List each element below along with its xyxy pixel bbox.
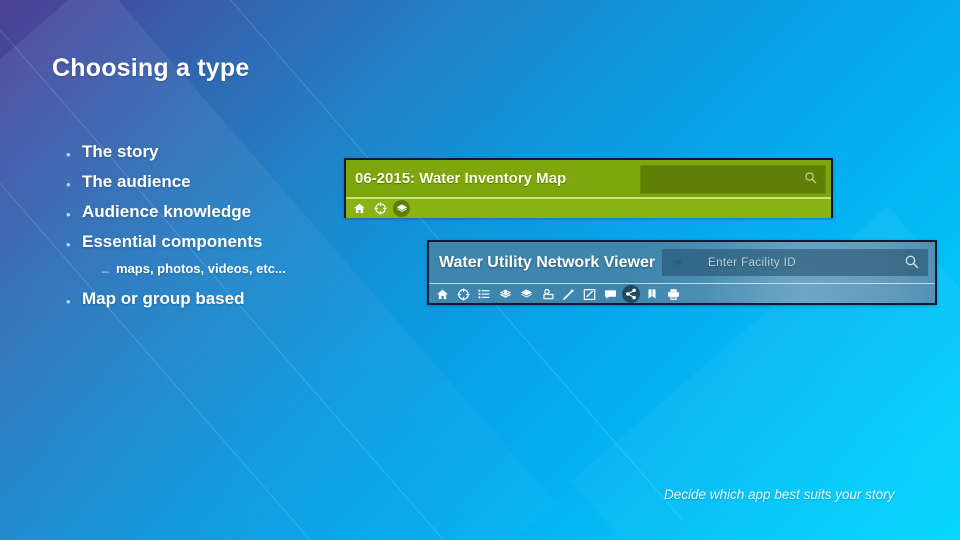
bullet-marker: • — [66, 207, 71, 222]
green-app-search-input[interactable] — [640, 165, 826, 194]
bullet-text: The story — [82, 142, 159, 161]
bullet-text-sub: maps, photos, videos, etc... — [116, 261, 286, 276]
blue-app-header: Water Utility Network Viewer Enter Facil… — [429, 242, 935, 283]
list-item: • Essential components — [66, 231, 396, 252]
blue-app-toolbar — [429, 284, 935, 303]
layers-icon[interactable] — [517, 285, 535, 303]
measure-icon[interactable] — [559, 285, 577, 303]
layers-icon[interactable] — [393, 200, 410, 217]
bullet-marker: • — [66, 177, 71, 192]
bullet-text: Audience knowledge — [82, 202, 252, 221]
home-icon[interactable] — [351, 200, 368, 217]
slide-caption: Decide which app best suits your story — [664, 487, 895, 502]
bookmark-icon[interactable] — [643, 285, 661, 303]
bullet-text: The audience — [82, 172, 191, 191]
bullet-marker: • — [66, 294, 71, 309]
green-app-header: 06-2015: Water Inventory Map — [346, 160, 831, 197]
locate-icon[interactable] — [372, 200, 389, 217]
search-icon[interactable] — [804, 171, 817, 189]
blue-app-title: Water Utility Network Viewer — [439, 253, 656, 271]
bullet-text: Essential components — [82, 232, 263, 251]
bullet-marker: • — [66, 237, 71, 252]
basemap-icon[interactable] — [496, 285, 514, 303]
blue-app-screenshot: Water Utility Network Viewer Enter Facil… — [427, 240, 937, 305]
green-app-screenshot: 06-2015: Water Inventory Map — [344, 158, 833, 218]
list-item: • Map or group based — [66, 288, 396, 309]
locate-icon[interactable] — [454, 285, 472, 303]
print-icon[interactable] — [664, 285, 682, 303]
green-app-title: 06-2015: Water Inventory Map — [355, 170, 567, 187]
comment-icon[interactable] — [601, 285, 619, 303]
page-title: Choosing a type — [52, 54, 250, 82]
list-icon[interactable] — [475, 285, 493, 303]
edit-icon[interactable] — [580, 285, 598, 303]
bullet-marker-sub: – — [102, 264, 109, 278]
blue-app-search-input[interactable]: Enter Facility ID — [662, 249, 928, 276]
blue-app-search-placeholder: Enter Facility ID — [708, 256, 796, 269]
home-icon[interactable] — [433, 285, 451, 303]
bullet-marker: • — [66, 147, 71, 162]
share-icon[interactable] — [622, 285, 640, 303]
list-item-sub: – maps, photos, videos, etc... — [102, 261, 396, 277]
search-icon[interactable] — [904, 254, 919, 274]
tag-icon[interactable] — [538, 285, 556, 303]
slide-canvas: Choosing a type • The story • The audien… — [0, 0, 960, 540]
green-app-toolbar — [346, 199, 831, 218]
bullet-text: Map or group based — [82, 289, 245, 308]
chevron-down-icon[interactable] — [672, 254, 684, 272]
